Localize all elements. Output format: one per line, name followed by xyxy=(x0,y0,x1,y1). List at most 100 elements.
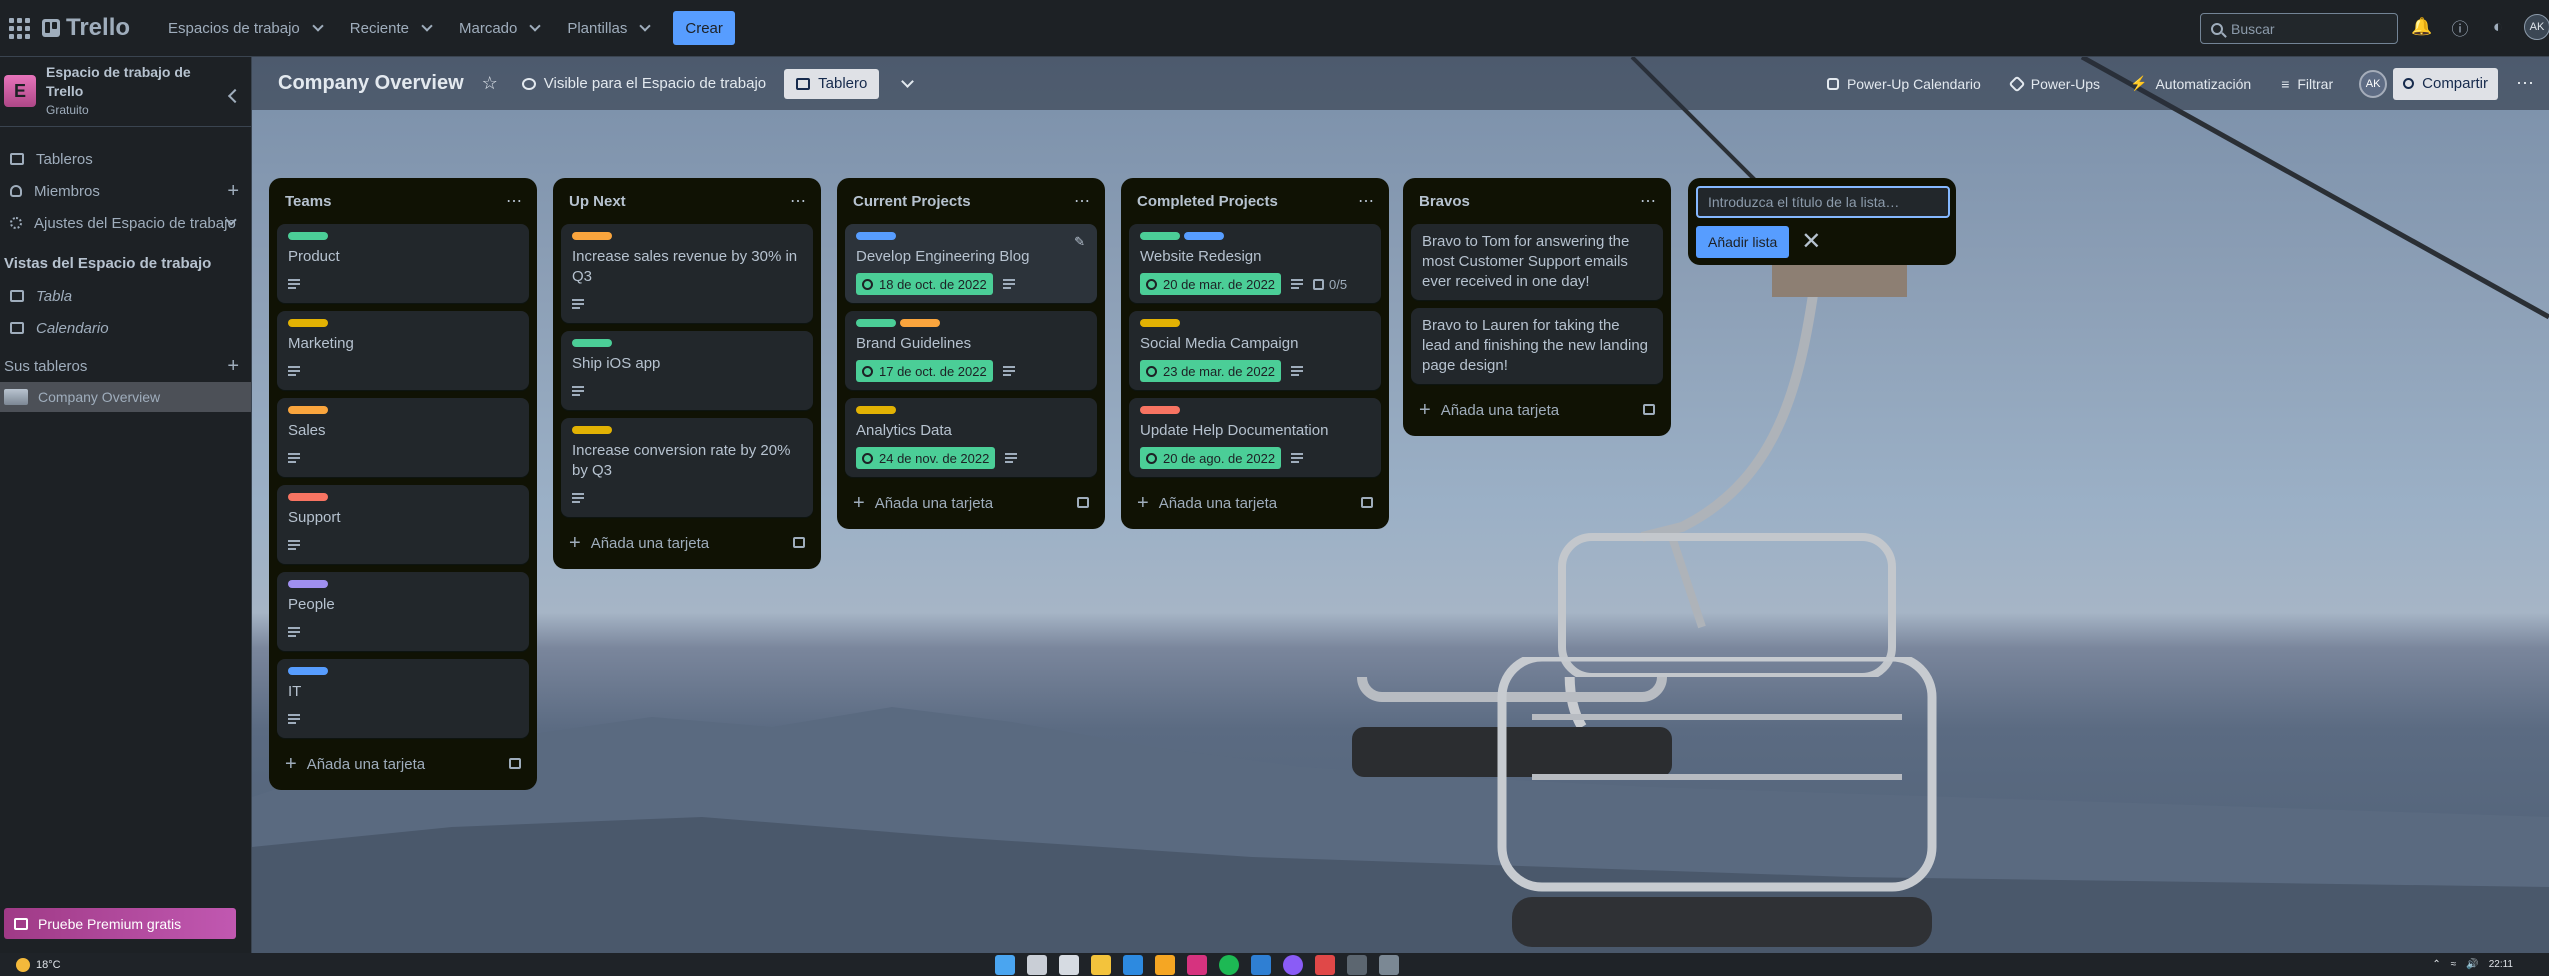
clock[interactable]: 22:11 xyxy=(2489,959,2513,970)
windows-start-icon[interactable] xyxy=(995,955,1015,975)
volume-icon[interactable]: 🔊 xyxy=(2466,959,2478,970)
nav-workspaces-menu[interactable]: Espacios de trabajo xyxy=(154,12,336,44)
list-menu-icon[interactable]: ⋯ xyxy=(790,191,807,211)
help-icon[interactable]: ⓘ xyxy=(2448,15,2472,39)
card[interactable]: Bravo to Tom for answering the most Cust… xyxy=(1411,224,1663,300)
list-header[interactable]: Teams ⋯ xyxy=(277,178,529,224)
filter-button[interactable]: ≡ Filtrar xyxy=(2281,76,2333,92)
card[interactable]: Marketing xyxy=(277,311,529,390)
card[interactable]: Bravo to Lauren for taking the lead and … xyxy=(1411,308,1663,384)
theme-toggle-icon[interactable]: ◐ xyxy=(2486,15,2510,39)
list-menu-icon[interactable]: ⋯ xyxy=(1640,191,1657,211)
card[interactable]: Sales xyxy=(277,398,529,477)
app-icon[interactable] xyxy=(1347,955,1367,975)
add-card-button[interactable]: + Añada una tarjeta xyxy=(1129,485,1381,521)
card-label[interactable] xyxy=(1184,232,1224,240)
store-icon[interactable] xyxy=(1059,955,1079,975)
list-header[interactable]: Up Next ⋯ xyxy=(561,178,813,224)
due-date-badge[interactable]: 17 de oct. de 2022 xyxy=(856,360,993,382)
tray-chevron-icon[interactable]: ⌃ xyxy=(2432,959,2440,970)
sidebar-item-table-view[interactable]: Tabla xyxy=(0,280,251,312)
weather-widget[interactable]: 18°C xyxy=(16,957,61,972)
create-button[interactable]: Crear xyxy=(673,11,735,45)
due-date-badge[interactable]: 20 de mar. de 2022 xyxy=(1140,273,1282,295)
card[interactable]: Support xyxy=(277,485,529,564)
nav-starred-menu[interactable]: Marcado xyxy=(445,12,553,44)
trello-logo[interactable]: Trello xyxy=(42,14,130,42)
list-title-input[interactable]: Introduzca el título de la lista… xyxy=(1696,186,1950,218)
card[interactable]: Analytics Data 24 de nov. de 2022 xyxy=(845,398,1097,477)
board-menu-icon[interactable]: ⋯ xyxy=(2516,73,2535,94)
powerups-button[interactable]: Power-Ups xyxy=(2008,75,2100,92)
card-label[interactable] xyxy=(288,232,328,240)
board-title[interactable]: Company Overview xyxy=(278,72,464,95)
trello-app-icon[interactable] xyxy=(1315,955,1335,975)
card-label[interactable] xyxy=(288,667,328,675)
list-menu-icon[interactable]: ⋯ xyxy=(1358,191,1375,211)
automation-button[interactable]: ⚡ Automatización xyxy=(2130,75,2251,92)
list-menu-icon[interactable]: ⋯ xyxy=(1074,191,1091,211)
due-date-badge[interactable]: 23 de mar. de 2022 xyxy=(1140,360,1282,382)
due-date-badge[interactable]: 20 de ago. de 2022 xyxy=(1140,447,1282,469)
card-label[interactable] xyxy=(572,339,612,347)
card-label[interactable] xyxy=(1140,232,1180,240)
messenger-icon[interactable] xyxy=(1283,955,1303,975)
try-premium-button[interactable]: Pruebe Premium gratis xyxy=(4,908,236,939)
nav-recent-menu[interactable]: Reciente xyxy=(336,12,445,44)
sidebar-item-boards[interactable]: Tableros xyxy=(0,143,251,175)
star-icon[interactable]: ☆ xyxy=(482,73,498,94)
add-card-button[interactable]: + Añada una tarjeta xyxy=(1411,392,1663,428)
card[interactable]: Develop Engineering Blog ✎ 18 de oct. de 2… xyxy=(845,224,1097,303)
card[interactable]: Brand Guidelines 17 de oct. de 2022 xyxy=(845,311,1097,390)
list-menu-icon[interactable]: ⋯ xyxy=(506,191,523,211)
instagram-icon[interactable] xyxy=(1187,955,1207,975)
add-board-icon[interactable]: + xyxy=(227,356,239,376)
sidebar-item-settings[interactable]: Ajustes del Espacio de trabajo xyxy=(0,207,251,239)
card-label[interactable] xyxy=(900,319,940,327)
card-label[interactable] xyxy=(288,319,328,327)
list-title[interactable]: Teams xyxy=(285,193,331,210)
sidebar-item-members[interactable]: Miembros + xyxy=(0,175,251,207)
card-label[interactable] xyxy=(572,426,612,434)
folder-icon[interactable] xyxy=(1091,955,1111,975)
card[interactable]: Increase conversion rate by 20% by Q3 xyxy=(561,418,813,517)
powerup-calendar-button[interactable]: Power-Up Calendario xyxy=(1826,76,1981,92)
card-label[interactable] xyxy=(572,232,612,240)
collapse-sidebar-icon[interactable] xyxy=(227,88,243,104)
card-template-icon[interactable] xyxy=(1077,497,1089,508)
vscode-icon[interactable] xyxy=(1123,955,1143,975)
card-template-icon[interactable] xyxy=(509,758,521,769)
sidebar-item-calendar-view[interactable]: Calendario xyxy=(0,312,251,344)
search-icon[interactable] xyxy=(1027,955,1047,975)
add-list-button[interactable]: Añadir lista xyxy=(1696,226,1790,258)
add-card-button[interactable]: + Añada una tarjeta xyxy=(561,525,813,561)
wifi-icon[interactable]: ≈ xyxy=(2451,959,2457,970)
card-template-icon[interactable] xyxy=(793,537,805,548)
card-label[interactable] xyxy=(856,406,896,414)
list-title[interactable]: Completed Projects xyxy=(1137,193,1278,210)
account-avatar[interactable]: AK xyxy=(2524,14,2549,40)
card-label[interactable] xyxy=(856,319,896,327)
share-button[interactable]: Compartir xyxy=(2393,67,2498,100)
card-label[interactable] xyxy=(288,580,328,588)
add-card-button[interactable]: + Añada una tarjeta xyxy=(277,746,529,782)
card[interactable]: Social Media Campaign 23 de mar. de 2022 xyxy=(1129,311,1381,390)
list-title[interactable]: Bravos xyxy=(1419,193,1470,210)
edit-card-icon[interactable]: ✎ xyxy=(1074,234,1085,250)
sidebar-board-company-overview[interactable]: Company Overview xyxy=(0,382,251,412)
list-header[interactable]: Bravos ⋯ xyxy=(1411,178,1663,224)
app-icon[interactable] xyxy=(1379,955,1399,975)
board-view-button[interactable]: Tablero xyxy=(784,68,880,99)
card-label[interactable] xyxy=(856,232,896,240)
browser-icon[interactable] xyxy=(1155,955,1175,975)
card-label[interactable] xyxy=(288,406,328,414)
editor-icon[interactable] xyxy=(1251,955,1271,975)
card-template-icon[interactable] xyxy=(1643,404,1655,415)
card[interactable]: People xyxy=(277,572,529,651)
add-card-button[interactable]: + Añada una tarjeta xyxy=(845,485,1097,521)
card[interactable]: Increase sales revenue by 30% in Q3 xyxy=(561,224,813,323)
card-label[interactable] xyxy=(288,493,328,501)
notifications-icon[interactable]: 🔔 xyxy=(2410,15,2434,39)
member-avatar[interactable]: AK xyxy=(2359,69,2388,98)
search-input[interactable]: Buscar xyxy=(2200,13,2398,44)
